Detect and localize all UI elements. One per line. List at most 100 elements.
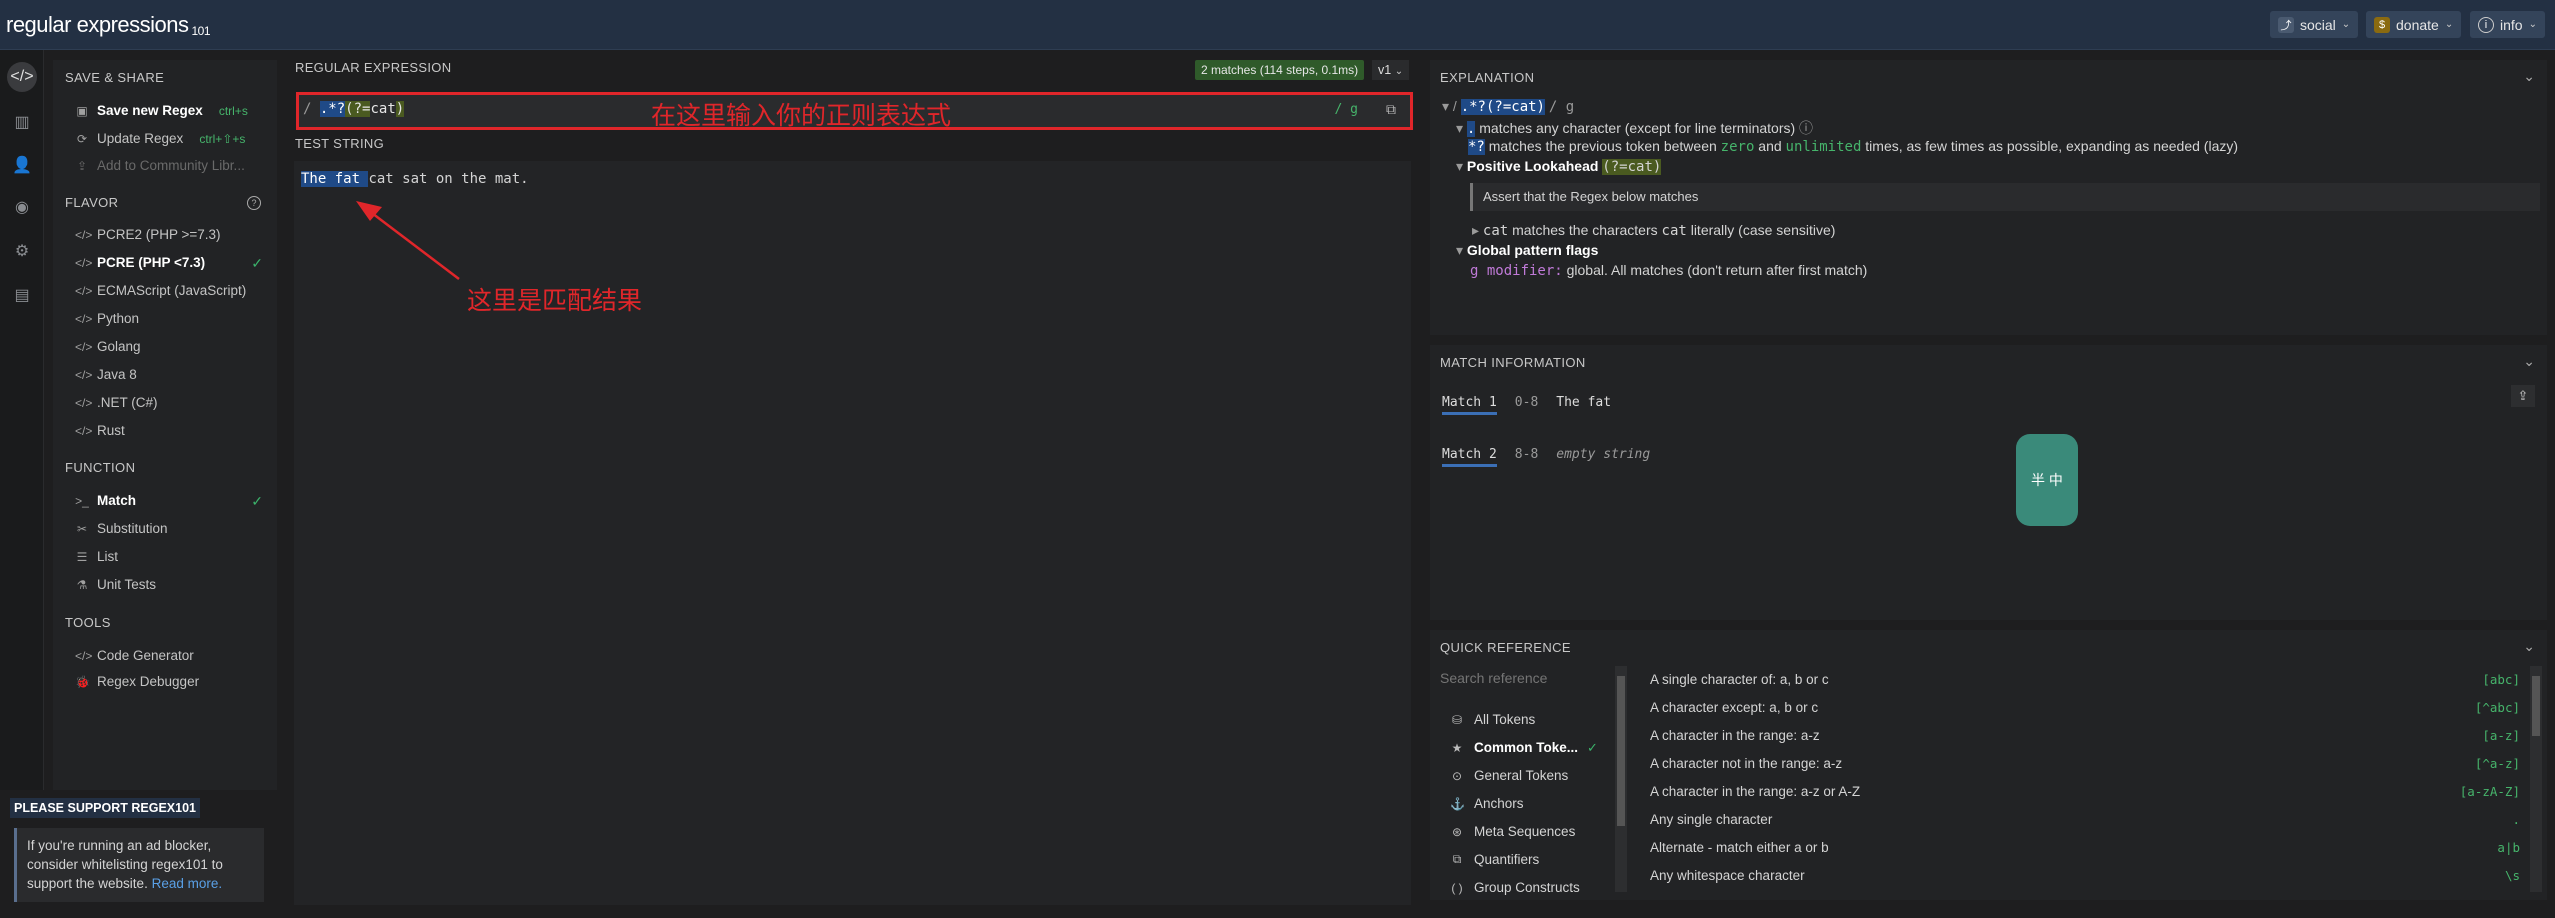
flask-icon: ⚗ (76, 577, 88, 592)
user-icon[interactable]: 👤 (7, 150, 37, 180)
flavor-dotnet[interactable]: </> .NET (C#) (75, 395, 158, 410)
explanation-g-modifier: g modifier: global. All matches (don't r… (1470, 262, 1868, 279)
tool-regex-debugger[interactable]: 🐞 Regex Debugger (75, 674, 199, 689)
add-to-community-button[interactable]: ⇪ Add to Community Libr... (75, 158, 245, 173)
circle-icon: ⊙ (1451, 768, 1463, 783)
star-icon: ★ (1451, 740, 1463, 755)
save-new-regex-button[interactable]: ▣ Save new Regex ctrl+s (75, 103, 248, 118)
flavor-java8[interactable]: </> Java 8 (75, 367, 137, 382)
function-match[interactable]: >_ Match (75, 493, 136, 508)
explanation-title: EXPLANATION (1440, 70, 1535, 85)
export-icon[interactable]: ⇪ (2511, 385, 2535, 407)
code-icon: </> (75, 283, 93, 298)
copy-icon: ⧉ (1452, 852, 1462, 866)
qr-row[interactable]: A single character of: a, b or c [abc] (1650, 672, 2520, 687)
regex-editor-icon[interactable]: </> (7, 62, 37, 92)
flavor-pcre[interactable]: </> PCRE (PHP <7.3) (75, 255, 265, 270)
code-icon: </> (75, 423, 93, 438)
asterisk-icon: ⊛ (1451, 824, 1463, 839)
support-title: PLEASE SUPPORT REGEX101 (10, 798, 201, 818)
code-icon: </> (75, 367, 93, 382)
help-icon[interactable]: ? (247, 196, 261, 210)
check-icon: ✓ (251, 255, 263, 271)
explanation-panel: EXPLANATION ⌄ ▾ / .*?(?=cat) / g ▾ . mat… (1430, 60, 2547, 335)
discord-icon[interactable]: ◉ (7, 192, 37, 222)
regex-flags[interactable]: / g (1335, 102, 1358, 117)
chat-icon[interactable]: ▤ (7, 280, 37, 310)
regex-label: REGULAR EXPRESSION (295, 60, 452, 75)
qr-category-quantifiers[interactable]: ⧉ Quantifiers (1450, 852, 1540, 867)
explanation-lookahead[interactable]: ▾ Positive Lookahead (?=cat) (1456, 158, 1662, 175)
version-select[interactable]: v1 ⌄ (1372, 60, 1410, 80)
function-list[interactable]: ☰ List (75, 549, 118, 564)
explanation-root[interactable]: ▾ / .*?(?=cat) / g (1442, 98, 1574, 115)
upload-icon: ⇪ (76, 158, 88, 173)
annotation-arrow (356, 201, 460, 280)
code-icon: </> (75, 311, 93, 326)
result-annotation: 这里是匹配结果 (467, 286, 643, 315)
save-icon: ▣ (76, 103, 88, 118)
parentheses-icon: ( ) (1451, 880, 1463, 895)
tool-code-generator[interactable]: </> Code Generator (75, 648, 194, 663)
library-icon[interactable]: ▥ (7, 107, 37, 137)
code-icon: </> (75, 648, 93, 663)
lookahead-assert-note: Assert that the Regex below matches (1470, 183, 2540, 211)
function-substitution[interactable]: ✂ Substitution (75, 521, 168, 536)
chevron-down-icon[interactable]: ⌄ (2523, 68, 2535, 85)
settings-icon[interactable]: ⚙ (7, 236, 37, 266)
list-icon: ☰ (76, 549, 88, 564)
code-icon: </> (75, 227, 93, 242)
qr-row[interactable]: A character not in the range: a-z [^a-z] (1650, 756, 2520, 771)
qr-category-anchors[interactable]: ⚓ Anchors (1450, 796, 1524, 811)
explanation-dot[interactable]: ▾ . matches any character (except for li… (1456, 118, 1813, 138)
explanation-cat[interactable]: ▸ cat matches the characters cat literal… (1472, 222, 1835, 239)
icon-rail: </> ▥ 👤 ◉ ⚙ ▤ (0, 50, 44, 918)
regex-input[interactable]: / .*?(?=cat) (303, 101, 405, 117)
donate-button[interactable]: $ donate ⌄ (2366, 11, 2462, 38)
qr-row[interactable]: Alternate - match either a or b a|b (1650, 840, 2520, 855)
match-row[interactable]: Match 1 0-8 The fat (1442, 395, 1611, 415)
top-bar: regular expressions 101 ⤴ social ⌄ $ donate ⌄… (0, 0, 2555, 50)
flavor-ecmascript[interactable]: </> ECMAScript (JavaScript) (75, 283, 246, 298)
flavor-golang[interactable]: </> Golang (75, 339, 141, 354)
match-row[interactable]: Match 2 8-8 empty string (1442, 447, 1650, 467)
test-string-text[interactable]: The fat cat sat on the mat. (301, 171, 529, 187)
qr-row[interactable]: A character except: a, b or c [^abc] (1650, 700, 2520, 715)
qr-row[interactable]: Any whitespace character \s (1650, 868, 2520, 883)
flavor-python[interactable]: </> Python (75, 311, 139, 326)
floating-ime-widget[interactable]: 半 中 (2016, 434, 2078, 526)
function-unit-tests[interactable]: ⚗ Unit Tests (75, 577, 156, 592)
qr-category-all-tokens[interactable]: ⛁ All Tokens (1450, 712, 1535, 727)
copy-icon[interactable]: ⧉ (1386, 101, 1396, 118)
search-reference-input[interactable] (1440, 666, 1610, 690)
flavor-heading: FLAVOR (65, 195, 119, 210)
regex-input-box[interactable]: / .*?(?=cat) 在这里输入你的正则表达式 / g ⧉ (296, 92, 1413, 130)
code-icon: </> (75, 339, 93, 354)
explanation-global-flags[interactable]: ▾ Global pattern flags (1456, 242, 1598, 259)
app-logo[interactable]: regular expressions 101 (6, 12, 211, 38)
info-button[interactable]: i info ⌄ (2470, 11, 2545, 38)
terminal-icon: >_ (75, 493, 89, 508)
sidebar: SAVE & SHARE ▣ Save new Regex ctrl+s ⟳ Upda… (53, 60, 277, 820)
reference-scrollbar[interactable] (2530, 666, 2542, 892)
dollar-icon: $ (2374, 16, 2390, 33)
substitute-icon: ✂ (76, 521, 88, 536)
update-regex-button[interactable]: ⟳ Update Regex ctrl+⇧+s (75, 131, 245, 146)
qr-row[interactable]: Any single character. (1650, 812, 2520, 827)
qr-category-group-constructs[interactable]: ( ) Group Constructs (1450, 880, 1579, 895)
categories-scrollbar[interactable] (1615, 666, 1627, 892)
qr-category-general-tokens[interactable]: ⊙ General Tokens (1450, 768, 1568, 783)
quick-reference-panel: QUICK REFERENCE ⌄ ⛁All Tokens ★Common To… (1430, 630, 2547, 900)
help-icon[interactable]: ⓘ (1799, 120, 1813, 136)
flavor-pcre2[interactable]: </> PCRE2 (PHP >=7.3) (75, 227, 221, 242)
flavor-rust[interactable]: </> Rust (75, 423, 125, 438)
qr-row[interactable]: A character in the range: a-z [a-z] (1650, 728, 2520, 743)
qr-category-meta-sequences[interactable]: ⊛ Meta Sequences (1450, 824, 1575, 839)
read-more-link[interactable]: Read more. (152, 876, 223, 891)
chevron-down-icon[interactable]: ⌄ (2523, 638, 2535, 655)
qr-row[interactable]: A character in the range: a-z or A-Z [a-z… (1650, 784, 2520, 799)
chevron-down-icon[interactable]: ⌄ (2523, 353, 2535, 370)
social-button[interactable]: ⤴ social ⌄ (2270, 11, 2359, 38)
test-string-editor[interactable]: The fat cat sat on the mat. 这里是匹配结果 (294, 161, 1411, 905)
qr-category-common-tokens[interactable]: ★ Common Toke... (1450, 740, 1610, 755)
